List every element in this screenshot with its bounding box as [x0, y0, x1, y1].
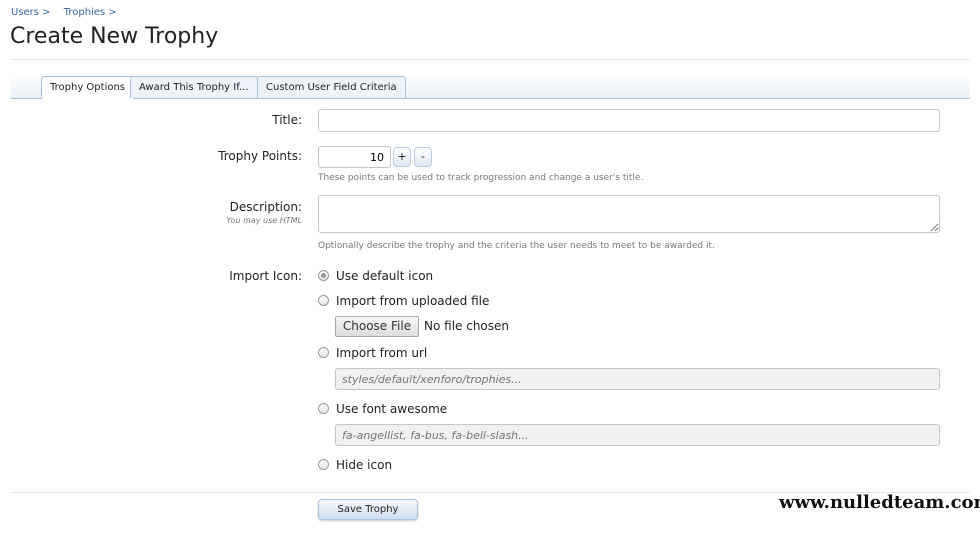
radio-default-icon[interactable]: [318, 270, 329, 281]
breadcrumb-users[interactable]: Users >: [11, 7, 51, 18]
save-trophy-button[interactable]: Save Trophy: [318, 499, 418, 520]
radio-import-url[interactable]: [318, 347, 329, 358]
tab-trophy-options[interactable]: Trophy Options: [41, 76, 135, 99]
icon-option-label: Use default icon: [336, 269, 434, 283]
trophy-points-hint: These points can be used to track progre…: [318, 173, 644, 183]
breadcrumb: Users > Trophies >: [11, 7, 121, 18]
radio-uploaded-file[interactable]: [318, 295, 329, 306]
description-textarea[interactable]: [318, 195, 940, 233]
title-divider: [11, 59, 970, 60]
breadcrumb-trophies[interactable]: Trophies >: [64, 7, 117, 18]
description-label: Description:: [229, 200, 302, 214]
choose-file-button[interactable]: Choose File: [335, 316, 419, 337]
trophy-points-input[interactable]: [318, 146, 391, 168]
icon-url-input[interactable]: [335, 368, 940, 390]
title-input[interactable]: [318, 109, 940, 132]
points-decrement-button[interactable]: -: [414, 147, 432, 167]
tab-custom-user-field-criteria[interactable]: Custom User Field Criteria: [257, 76, 406, 98]
page-title: Create New Trophy: [10, 24, 219, 49]
icon-option-label: Hide icon: [336, 458, 393, 472]
font-awesome-input[interactable]: [335, 424, 940, 446]
tab-bar: Trophy Options Award This Trophy If... C…: [11, 74, 970, 99]
icon-option-label: Import from url: [336, 346, 428, 360]
watermark: www.nulledteam.com: [779, 492, 980, 513]
points-increment-button[interactable]: +: [393, 147, 411, 167]
radio-font-awesome[interactable]: [318, 403, 329, 414]
description-sublabel: You may use HTML: [226, 216, 302, 225]
radio-hide-icon[interactable]: [318, 459, 329, 470]
icon-option-label: Use font awesome: [336, 402, 448, 416]
trophy-points-label: Trophy Points:: [218, 149, 302, 163]
description-hint: Optionally describe the trophy and the c…: [318, 241, 715, 251]
file-status: No file chosen: [424, 319, 510, 333]
import-icon-label: Import Icon:: [229, 269, 302, 283]
title-label: Title:: [272, 113, 302, 127]
tab-award-this-trophy-if[interactable]: Award This Trophy If...: [130, 76, 258, 98]
icon-option-label: Import from uploaded file: [336, 294, 490, 308]
